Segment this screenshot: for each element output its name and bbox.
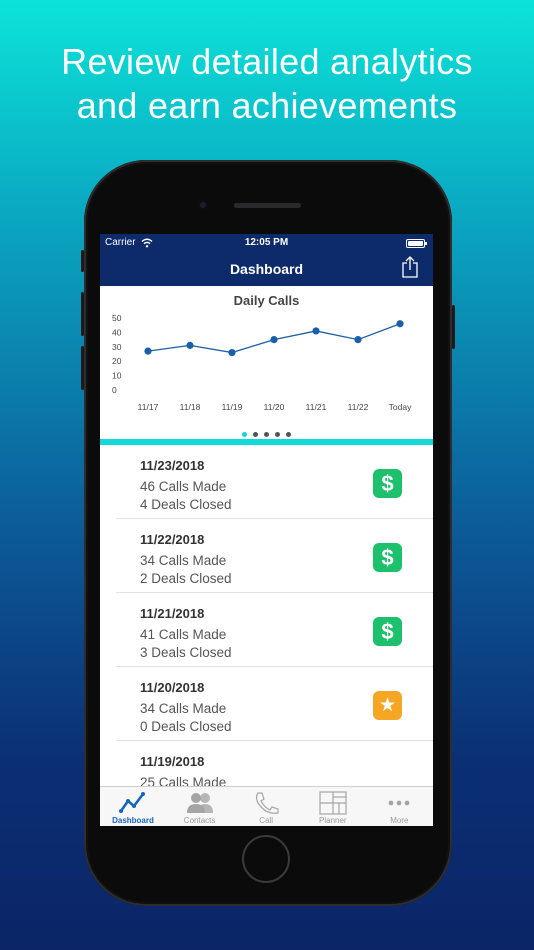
x-tick-label: 11/21 xyxy=(306,402,327,412)
entry-date: 11/23/2018 xyxy=(140,458,205,473)
entry-deals: 3 Deals Closed xyxy=(140,645,232,660)
tab-label: Planner xyxy=(319,816,347,825)
status-bar: Carrier 12:05 PM xyxy=(100,237,433,251)
page-dot[interactable] xyxy=(253,432,258,437)
entry-calls: 25 Calls Made xyxy=(140,775,227,786)
data-point xyxy=(354,336,362,344)
entry-calls: 41 Calls Made xyxy=(140,627,227,642)
tab-label: Dashboard xyxy=(112,816,154,825)
page-indicator[interactable] xyxy=(100,424,433,437)
entry-deals: 4 Deals Closed xyxy=(140,497,232,512)
y-tick-label: 30 xyxy=(112,342,122,352)
x-tick-label: 11/19 xyxy=(222,402,243,412)
home-button[interactable] xyxy=(242,835,290,883)
phone-icon xyxy=(256,792,279,814)
battery-icon xyxy=(406,239,427,248)
phone-frame: Carrier 12:05 PM Dashboard Daily Calls 0… xyxy=(81,160,455,906)
dollar-badge-icon: $ xyxy=(373,469,402,498)
headline: Review detailed analytics and earn achie… xyxy=(0,40,534,128)
data-point xyxy=(186,341,194,349)
phone-mute-switch xyxy=(81,250,84,272)
front-camera xyxy=(198,200,208,210)
list-item[interactable]: 11/21/2018 41 Calls Made 3 Deals Closed $ xyxy=(100,593,433,667)
star-badge-icon: ★ xyxy=(373,691,402,720)
tab-planner[interactable]: Planner xyxy=(300,787,366,826)
data-point xyxy=(396,320,404,328)
x-tick-label: 11/18 xyxy=(180,402,201,412)
entry-calls: 34 Calls Made xyxy=(140,701,227,716)
tab-label: Contacts xyxy=(183,816,216,825)
earpiece-speaker xyxy=(234,203,301,208)
tab-call[interactable]: Call xyxy=(233,787,299,826)
entry-deals: 0 Deals Closed xyxy=(140,719,232,734)
more-dots-icon xyxy=(388,800,410,806)
tab-label: More xyxy=(390,816,409,825)
data-point xyxy=(270,336,278,344)
list-item[interactable]: 11/20/2018 34 Calls Made 0 Deals Closed ★ xyxy=(100,667,433,741)
y-tick-label: 10 xyxy=(112,371,122,381)
data-point xyxy=(228,348,236,357)
daily-calls-chart[interactable]: Daily Calls 0 10 20 30 40 50 11/17 11/18 11/19 11… xyxy=(100,286,433,439)
entry-calls: 46 Calls Made xyxy=(140,479,227,494)
list-item[interactable]: 11/23/2018 46 Calls Made 4 Deals Closed $ xyxy=(100,445,433,519)
tab-bar: Dashboard Contacts Call Planner More xyxy=(100,786,433,826)
entry-date: 11/22/2018 xyxy=(140,532,205,547)
share-icon[interactable] xyxy=(401,256,419,278)
data-point xyxy=(144,347,152,355)
daily-entries-list[interactable]: 11/23/2018 46 Calls Made 4 Deals Closed $11… xyxy=(100,445,433,786)
dollar-badge-icon: $ xyxy=(373,617,402,646)
entry-deals: 2 Deals Closed xyxy=(140,571,232,586)
chart-line-icon xyxy=(119,792,145,813)
tab-more[interactable]: More xyxy=(366,787,432,826)
y-tick-label: 0 xyxy=(112,385,117,395)
tab-dashboard[interactable]: Dashboard xyxy=(100,787,166,826)
x-tick-label: Today xyxy=(389,402,412,412)
navigation-bar: Carrier 12:05 PM Dashboard xyxy=(100,234,433,286)
app-screen: Carrier 12:05 PM Dashboard Daily Calls 0… xyxy=(100,234,433,826)
phone-volume-down xyxy=(81,346,84,390)
page-dot[interactable] xyxy=(242,432,247,437)
entry-calls: 34 Calls Made xyxy=(140,553,227,568)
chart-plot: 0 10 20 30 40 50 11/17 11/18 11/19 11/20 11/21 11/2… xyxy=(112,313,412,412)
entry-date: 11/20/2018 xyxy=(140,680,205,695)
phone-volume-up xyxy=(81,292,84,336)
y-tick-label: 20 xyxy=(112,356,122,366)
y-tick-label: 40 xyxy=(112,327,122,337)
y-tick-label: 50 xyxy=(112,313,122,323)
page-dot[interactable] xyxy=(275,432,280,437)
entry-date: 11/21/2018 xyxy=(140,606,205,621)
page-title: Dashboard xyxy=(229,261,304,277)
x-tick-label: 11/17 xyxy=(138,402,159,412)
tab-label: Call xyxy=(259,816,274,825)
page-dot[interactable] xyxy=(264,432,269,437)
phone-power-button xyxy=(452,305,455,349)
page-dot[interactable] xyxy=(286,432,291,437)
planner-grid-icon xyxy=(319,791,347,815)
headline-line-2: and earn achievements xyxy=(76,85,458,126)
entry-date: 11/19/2018 xyxy=(140,754,205,769)
dollar-badge-icon: $ xyxy=(373,543,402,572)
list-item[interactable]: 11/22/2018 34 Calls Made 2 Deals Closed $ xyxy=(100,519,433,593)
contacts-icon xyxy=(186,793,213,813)
data-point xyxy=(312,327,320,335)
status-time: 12:05 PM xyxy=(244,237,289,248)
tab-contacts[interactable]: Contacts xyxy=(167,787,233,826)
list-item[interactable]: 11/19/2018 25 Calls Made xyxy=(100,741,433,786)
x-tick-label: 11/20 xyxy=(264,402,285,412)
headline-line-1: Review detailed analytics xyxy=(61,41,473,82)
x-tick-label: 11/22 xyxy=(348,402,369,412)
